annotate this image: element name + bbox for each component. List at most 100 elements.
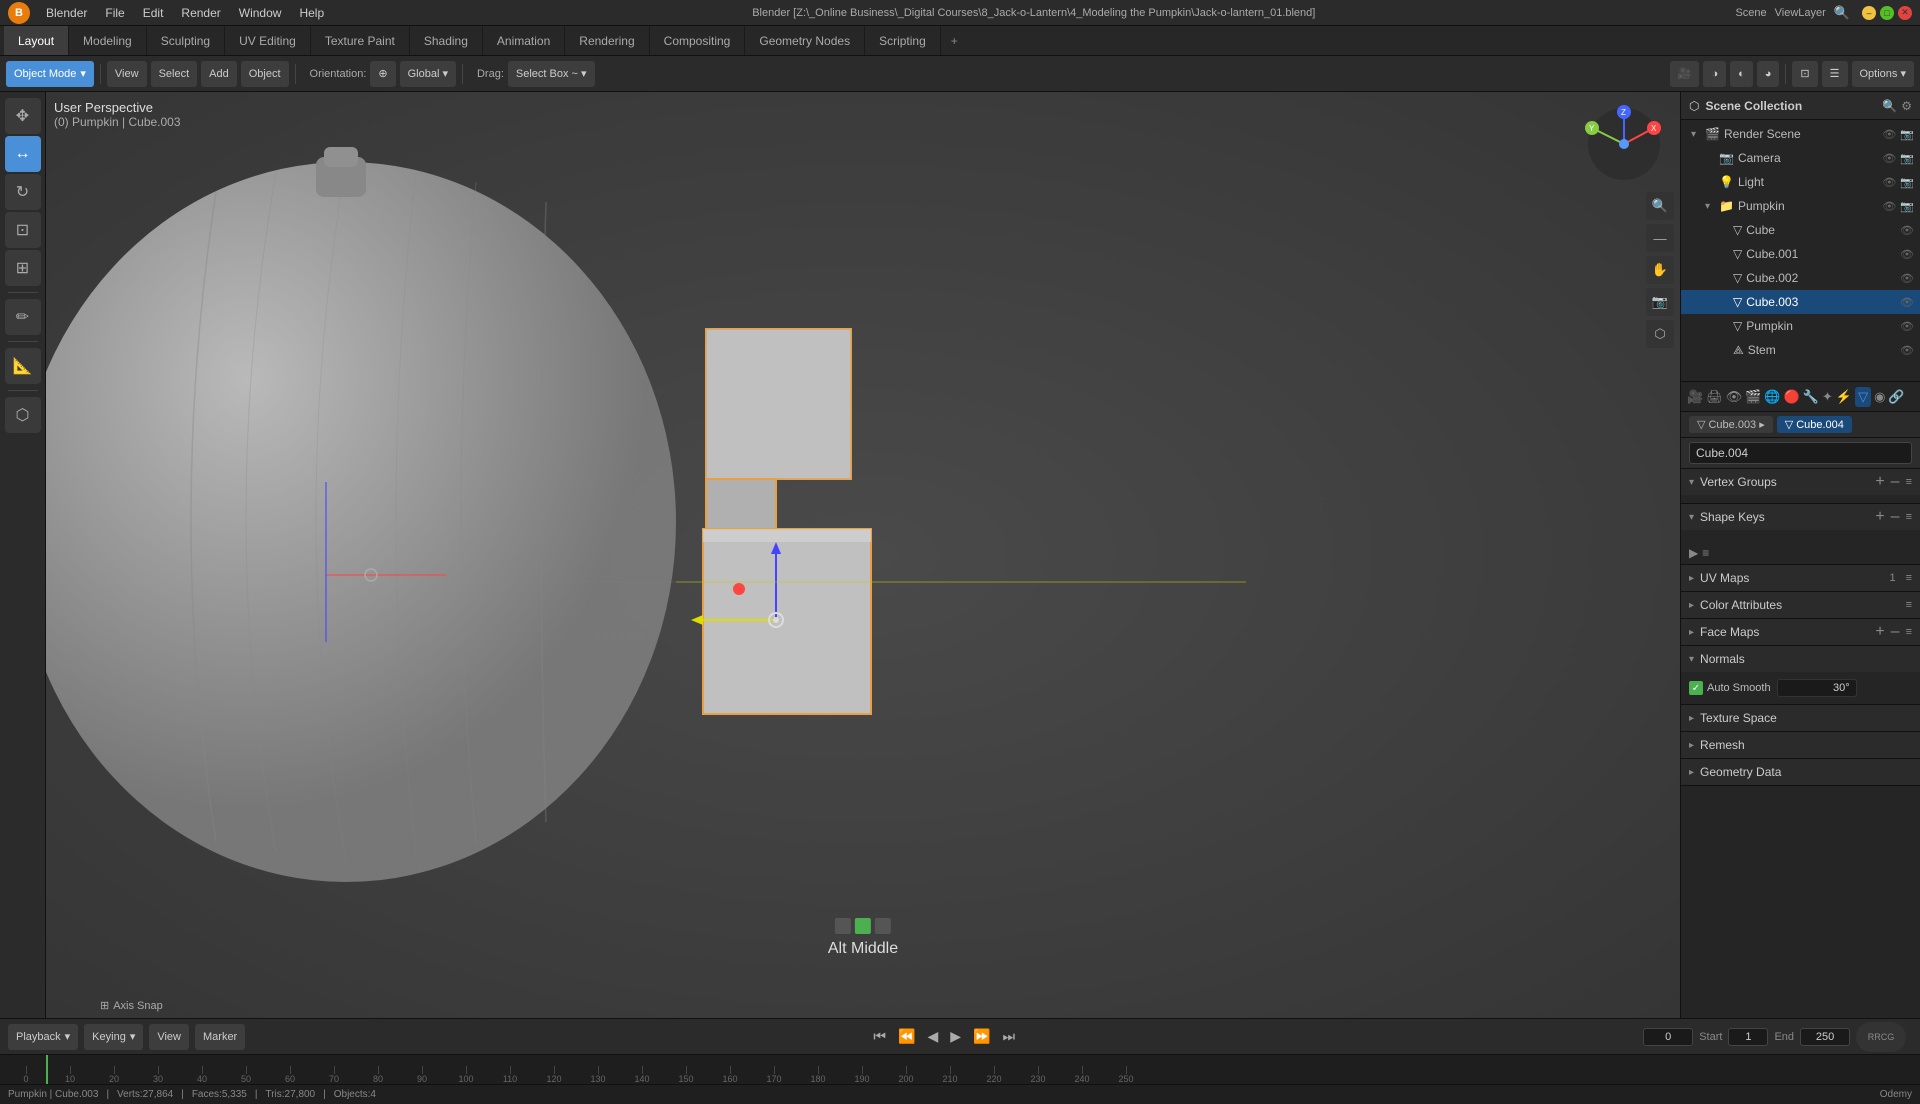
tab-geometry-nodes[interactable]: Geometry Nodes [745, 26, 865, 55]
vis-render-icon[interactable]: 📷 [1900, 128, 1914, 141]
remesh-header[interactable]: ▸ Remesh [1681, 732, 1920, 758]
zoom-in-icon[interactable]: 🔍 [1646, 192, 1674, 220]
tool-move[interactable]: ↔ [5, 136, 41, 172]
props-tab-view[interactable]: 👁 [1726, 389, 1743, 405]
jump-end-button[interactable]: ⏭ [999, 1028, 1018, 1045]
tab-scripting[interactable]: Scripting [865, 26, 941, 55]
select-box-button[interactable]: Select Box ~ ▾ [508, 61, 595, 87]
fm-remove-button[interactable]: – [1891, 624, 1900, 640]
outliner-item-cube001[interactable]: ▽ Cube.001 👁 [1681, 242, 1920, 266]
light-render-icon[interactable]: 📷 [1900, 176, 1914, 189]
menu-edit[interactable]: Edit [135, 4, 172, 22]
fm-add-button[interactable]: + [1875, 624, 1884, 640]
tool-addon[interactable]: ⬡ [5, 397, 41, 433]
texture-space-header[interactable]: ▸ Texture Space [1681, 705, 1920, 731]
select-menu[interactable]: Select [151, 61, 198, 87]
uv-maps-header[interactable]: ▸ UV Maps 1 ≡ [1681, 565, 1920, 591]
cube001-eye-icon[interactable]: 👁 [1900, 248, 1914, 261]
cube002-eye-icon[interactable]: 👁 [1900, 272, 1914, 285]
end-frame-input[interactable] [1800, 1028, 1850, 1046]
zoom-out-icon[interactable]: — [1646, 224, 1674, 252]
data-name-input[interactable] [1689, 442, 1912, 464]
menu-render[interactable]: Render [173, 4, 228, 22]
outliner-item-pumpkin-mesh[interactable]: ▽ Pumpkin 👁 [1681, 314, 1920, 338]
sk-remove-button[interactable]: – [1891, 509, 1900, 525]
navigation-gizmo[interactable]: Z X Y [1584, 104, 1664, 184]
vg-add-button[interactable]: + [1875, 474, 1884, 490]
ca-options-icon[interactable]: ≡ [1906, 599, 1912, 611]
tab-compositing[interactable]: Compositing [650, 26, 746, 55]
props-tab-scene[interactable]: 🎬 [1745, 389, 1761, 405]
tab-animation[interactable]: Animation [483, 26, 565, 55]
gizmo-toggle[interactable]: ⊡ [1792, 61, 1817, 87]
viewport[interactable]: User Perspective (0) Pumpkin | Cube.003 … [46, 92, 1680, 1018]
add-menu[interactable]: Add [201, 61, 237, 87]
cam-render-icon[interactable]: 📷 [1900, 152, 1914, 165]
outliner-options-icon[interactable]: ⚙ [1901, 99, 1912, 113]
view-timeline-menu[interactable]: View [149, 1024, 189, 1050]
sk-play-icon[interactable]: ▶ [1689, 546, 1698, 560]
tool-transform[interactable]: ⊞ [5, 250, 41, 286]
auto-smooth-checkbox[interactable]: ✓ [1689, 681, 1703, 695]
playback-menu[interactable]: Playback ▾ [8, 1024, 78, 1050]
tool-measure[interactable]: 📐 [5, 348, 41, 384]
tab-texture-paint[interactable]: Texture Paint [311, 26, 410, 55]
reverse-play-button[interactable]: ◀ [924, 1028, 941, 1045]
menu-file[interactable]: File [97, 4, 132, 22]
outliner-item-cube[interactable]: ▽ Cube 👁 [1681, 218, 1920, 242]
menu-window[interactable]: Window [231, 4, 290, 22]
outliner-item-light[interactable]: 💡 Light 👁 📷 [1681, 170, 1920, 194]
sk-options-icon[interactable]: ≡ [1906, 511, 1912, 523]
vis-eye-icon[interactable]: 👁 [1882, 128, 1896, 141]
sk-options2-icon[interactable]: ≡ [1702, 546, 1709, 560]
vertex-groups-header[interactable]: ▾ Vertex Groups + – ≡ [1681, 469, 1920, 495]
data-path-cube004[interactable]: ▽ Cube.004 [1777, 416, 1852, 433]
light-eye-icon[interactable]: 👁 [1882, 176, 1896, 189]
outliner-item-render-scene[interactable]: ▾ 🎬 Render Scene 👁 📷 [1681, 122, 1920, 146]
sk-add-button[interactable]: + [1875, 509, 1884, 525]
outliner-filter-icon[interactable]: 🔍 [1882, 99, 1897, 113]
tab-sculpting[interactable]: Sculpting [147, 26, 225, 55]
props-tab-world[interactable]: 🌐 [1764, 389, 1780, 405]
camera-icon[interactable]: 📷 [1646, 288, 1674, 316]
tab-uv-editing[interactable]: UV Editing [225, 26, 311, 55]
marker-menu[interactable]: Marker [195, 1024, 245, 1050]
viewport-shading-solid[interactable]: ◑ [1703, 61, 1726, 87]
vg-remove-button[interactable]: – [1891, 474, 1900, 490]
current-frame-input[interactable] [1643, 1028, 1693, 1046]
geometry-data-header[interactable]: ▸ Geometry Data [1681, 759, 1920, 785]
props-tab-constraints[interactable]: 🔗 [1888, 389, 1904, 405]
jump-start-button[interactable]: ⏮ [870, 1028, 889, 1045]
menu-help[interactable]: Help [291, 4, 332, 22]
props-tab-material[interactable]: ◉ [1874, 389, 1885, 405]
props-tab-object[interactable]: 🔴 [1784, 389, 1800, 405]
props-tab-physics[interactable]: ⚡ [1836, 389, 1852, 405]
options-button[interactable]: Options ▾ [1852, 61, 1915, 87]
minimize-button[interactable]: – [1862, 6, 1876, 20]
viewport-shading-material[interactable]: ◐ [1730, 61, 1753, 87]
search-icon[interactable]: 🔍 [1834, 5, 1850, 21]
tab-modeling[interactable]: Modeling [69, 26, 147, 55]
start-frame-input[interactable] [1728, 1028, 1768, 1046]
tool-rotate[interactable]: ↻ [5, 174, 41, 210]
object-mode-button[interactable]: Object Mode ▾ [6, 61, 94, 87]
props-tab-data[interactable]: ▽ [1855, 387, 1871, 407]
tab-rendering[interactable]: Rendering [565, 26, 649, 55]
outliner-item-cube003[interactable]: ▽ Cube.003 👁 [1681, 290, 1920, 314]
add-workspace-button[interactable]: + [941, 26, 968, 55]
coll-render-icon[interactable]: 📷 [1900, 200, 1914, 213]
close-button[interactable]: ✕ [1898, 6, 1912, 20]
render-icon[interactable]: ⬡ [1646, 320, 1674, 348]
keying-menu[interactable]: Keying ▾ [84, 1024, 143, 1050]
props-tab-modifier[interactable]: 🔧 [1803, 389, 1819, 405]
props-tab-particles[interactable]: ✦ [1822, 389, 1833, 405]
shape-keys-header[interactable]: ▾ Shape Keys + – ≡ [1681, 504, 1920, 530]
next-frame-button[interactable]: ⏩ [970, 1028, 993, 1045]
pan-icon[interactable]: ✋ [1646, 256, 1674, 284]
prev-frame-button[interactable]: ⏪ [895, 1028, 918, 1045]
outliner-item-camera[interactable]: 📷 Camera 👁 📷 [1681, 146, 1920, 170]
normals-header[interactable]: ▾ Normals [1681, 646, 1920, 672]
face-maps-header[interactable]: ▸ Face Maps + – ≡ [1681, 619, 1920, 645]
menu-blender[interactable]: Blender [38, 4, 95, 22]
color-attributes-header[interactable]: ▸ Color Attributes ≡ [1681, 592, 1920, 618]
